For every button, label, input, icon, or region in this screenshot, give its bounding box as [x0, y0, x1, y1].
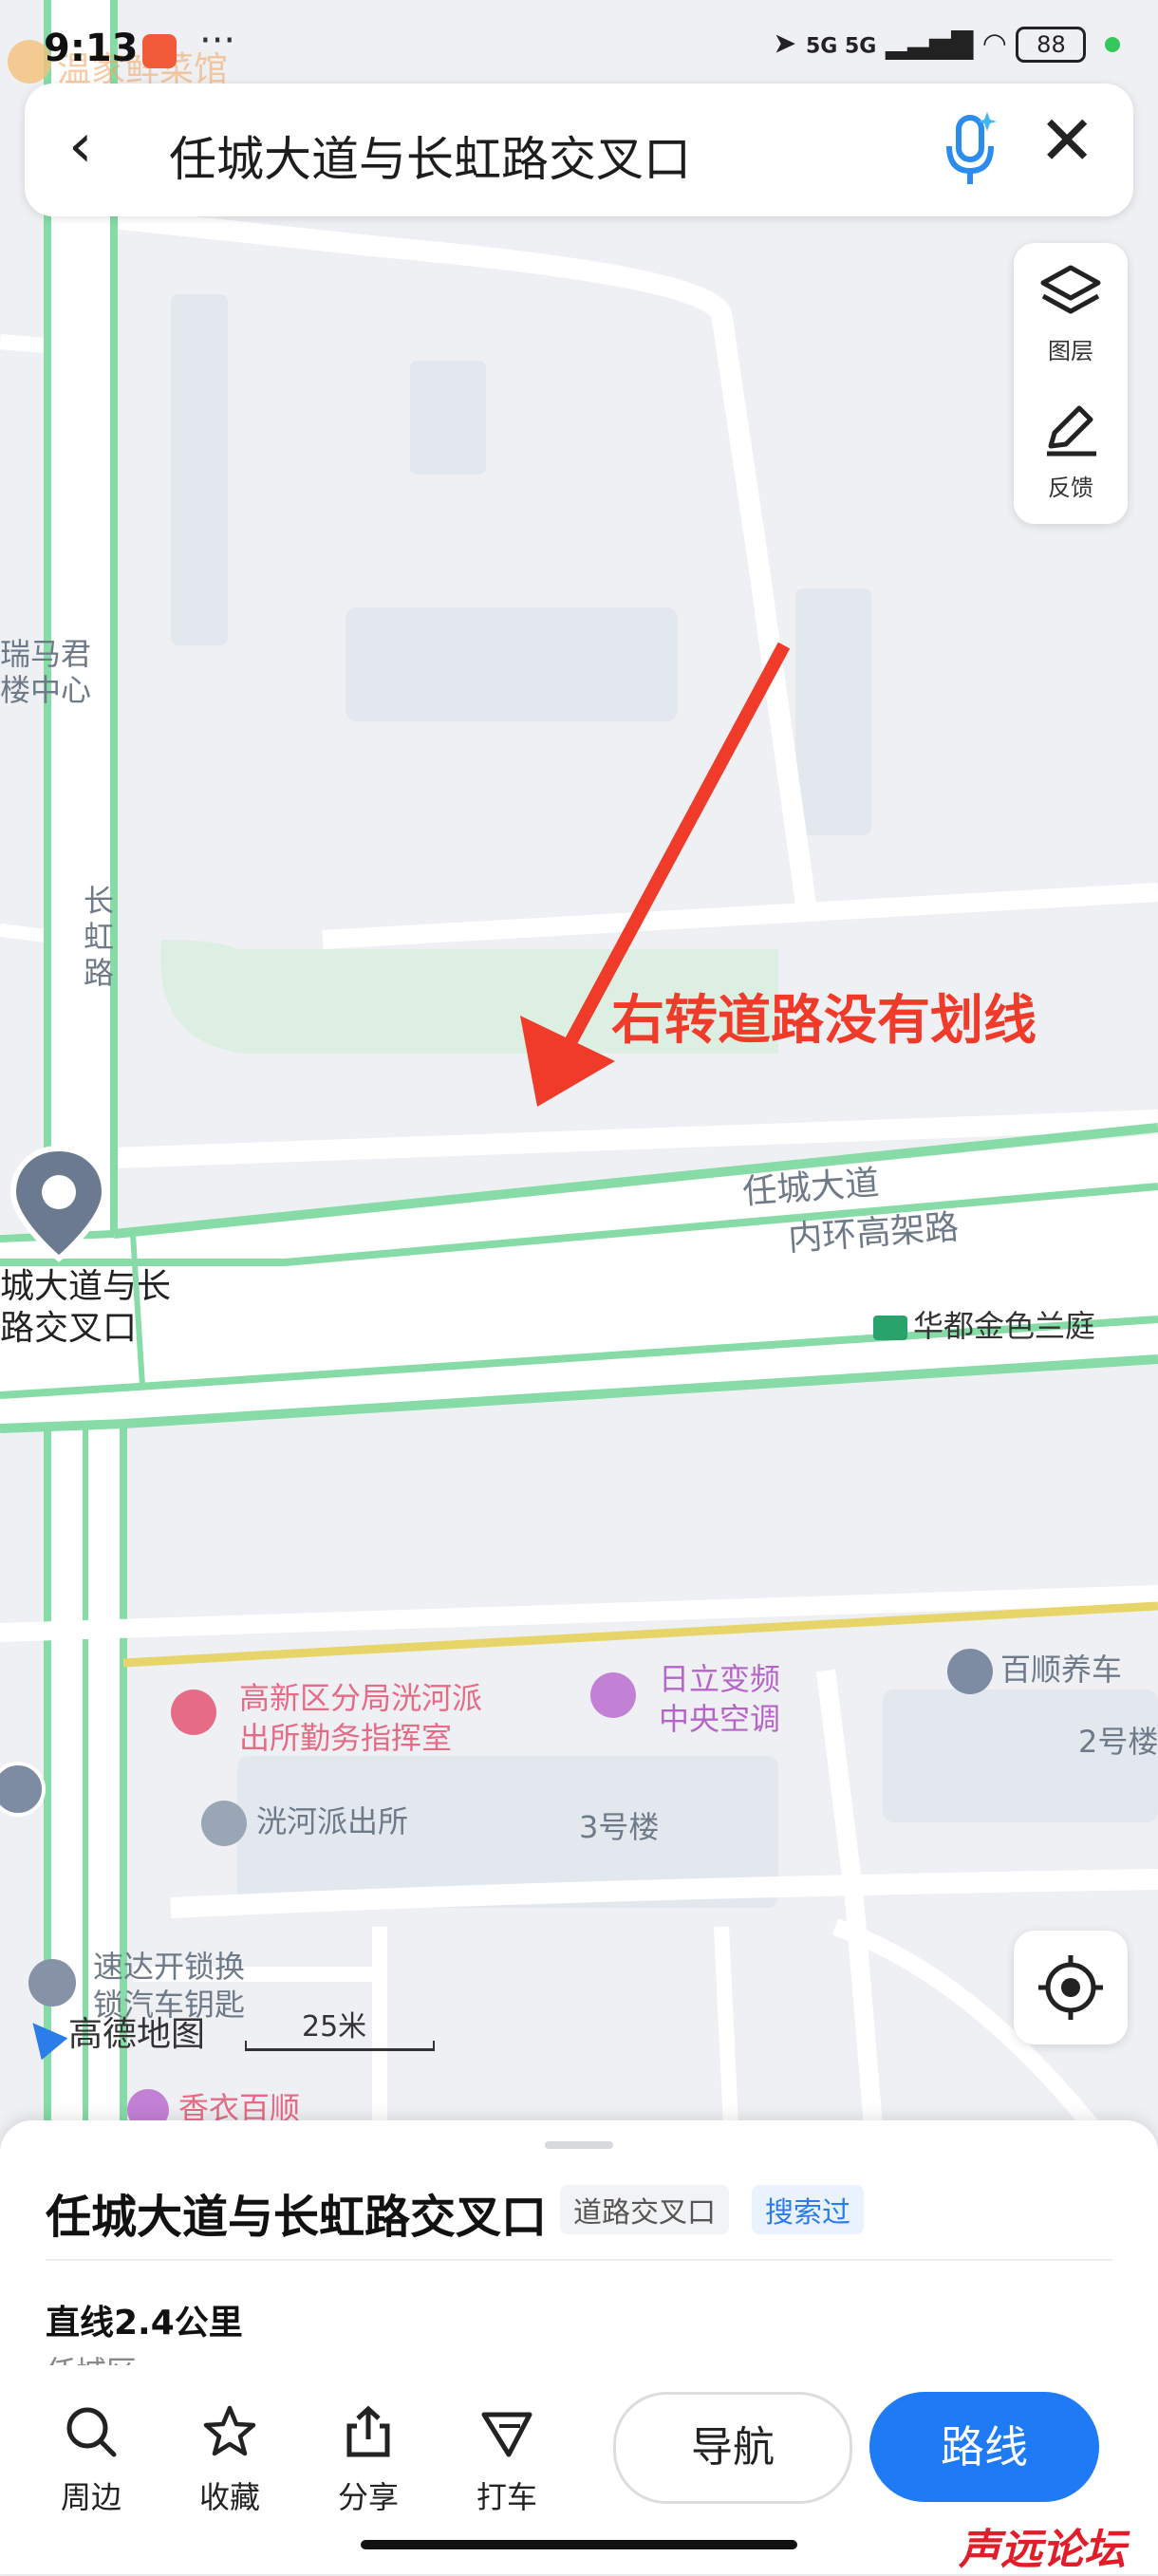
layers-icon — [1040, 265, 1101, 314]
status-bar: 温家鲜菜馆 9:13 ··· ➤ 5G 5G ▂▃▅▇ ◠ 88 — [0, 0, 1158, 89]
map-label-baishun[interactable]: 百顺养车 — [947, 1646, 1122, 1694]
logo-arrow-icon — [19, 2011, 68, 2061]
place-title: 任城大道与长虹路交叉口 — [46, 2191, 548, 2244]
police-station-icon — [201, 1801, 247, 1846]
nearby-label: 周边 — [60, 2479, 121, 2515]
locate-me-button[interactable] — [1014, 1931, 1128, 2044]
network-indicator: 5G 5G — [805, 34, 877, 59]
scale-line — [245, 2041, 435, 2051]
sheet-divider — [46, 2259, 1112, 2261]
more-notifications: ··· — [199, 19, 236, 63]
navigate-button[interactable]: 导航 — [613, 2392, 852, 2504]
police-hq-icon — [171, 1689, 216, 1735]
wifi-icon: ◠ — [981, 27, 1007, 61]
pencil-icon — [1047, 405, 1096, 457]
wrench-icon — [28, 1959, 76, 2007]
forum-watermark: 声远论坛 — [959, 2526, 1126, 2574]
taxi-flag-icon — [481, 2412, 532, 2457]
clock: 9:13 — [44, 27, 139, 70]
car-service-icon — [947, 1649, 993, 1694]
share-button[interactable]: 分享 — [311, 2403, 425, 2517]
pin-label: 城大道与长 路交叉口 — [0, 1266, 171, 1350]
nearby-button[interactable]: 周边 — [34, 2403, 148, 2517]
map-label-bldg2: 2号楼 — [1078, 1724, 1158, 1760]
map-label-louzhongxin: 楼中心 — [0, 672, 92, 708]
map-label-bldg3: 3号楼 — [579, 1809, 660, 1845]
place-type-tag: 道路交叉口 — [560, 2185, 729, 2234]
feedback-label: 反馈 — [1048, 475, 1093, 501]
privacy-dot — [1105, 37, 1120, 52]
map-label-hitachi[interactable]: 日立变频 中央空调 — [590, 1659, 780, 1739]
back-icon[interactable]: ‹ — [68, 116, 93, 177]
hitachi-line1: 日立变频 — [659, 1661, 781, 1697]
favorite-label: 收藏 — [198, 2479, 260, 2515]
feedback-button[interactable]: 反馈 — [1014, 399, 1128, 502]
route-button[interactable]: 路线 — [869, 2392, 1099, 2502]
map-label-rencheng: 任城大道 — [740, 1164, 881, 1212]
search-bar[interactable]: ‹ 任城大道与长虹路交叉口 ✕ — [25, 84, 1133, 216]
share-icon — [346, 2405, 390, 2457]
crosshair-icon — [1038, 1955, 1103, 2020]
layers-button[interactable]: 图层 — [1014, 262, 1128, 365]
logo-text: 高德地图 — [68, 2015, 206, 2054]
pin-label-line2: 路交叉口 — [0, 1309, 138, 1348]
map-label-changhong: 长虹路 — [84, 883, 115, 991]
pin-label-line1: 城大道与长 — [0, 1267, 172, 1306]
police-hq-line2: 出所勤务指挥室 — [239, 1720, 453, 1756]
map-label-huadu: 华都金色兰庭 — [873, 1302, 1095, 1346]
location-arrow-icon: ➤ — [773, 27, 797, 61]
favorite-button[interactable]: 收藏 — [173, 2403, 287, 2517]
huadu-label-text: 华都金色兰庭 — [913, 1308, 1096, 1344]
scale-text: 25米 — [302, 2010, 367, 2044]
map-tools-panel: 图层 反馈 — [1014, 243, 1128, 524]
search-icon — [66, 2407, 117, 2457]
police-hq-line1: 高新区分局洸河派 — [239, 1680, 483, 1716]
searched-tag: 搜索过 — [752, 2185, 864, 2234]
map-label-police-hq[interactable]: 高新区分局洸河派 出所勤务指挥室 — [171, 1678, 482, 1758]
scale-bar: 25米 — [245, 2003, 435, 2051]
status-right: ➤ 5G 5G ▂▃▅▇ ◠ 88 — [773, 27, 1120, 63]
locksmith-line1: 速达开锁换 — [93, 1949, 246, 1985]
taxi-button[interactable]: 打车 — [450, 2403, 564, 2517]
baishun-text: 百顺养车 — [1000, 1652, 1123, 1688]
police-station-text: 洸河派出所 — [256, 1803, 409, 1839]
star-icon — [203, 2405, 256, 2456]
signal-icon: ▂▃▅▇ — [885, 27, 974, 61]
distance-text: 直线2.4公里 — [46, 2304, 243, 2343]
taxi-label: 打车 — [476, 2479, 537, 2515]
battery-icon: 88 — [1016, 27, 1087, 63]
map-label-police-station[interactable]: 洸河派出所 — [201, 1798, 408, 1846]
sheet-grabber[interactable] — [545, 2141, 613, 2149]
share-label: 分享 — [337, 2479, 399, 2515]
location-pin-icon[interactable] — [9, 1145, 108, 1262]
notification-app-icon — [142, 34, 177, 68]
bus-stop-icon — [873, 1316, 907, 1340]
microphone-icon[interactable] — [943, 112, 997, 188]
hitachi-line2: 中央空调 — [659, 1701, 781, 1737]
close-icon[interactable]: ✕ — [1038, 106, 1095, 175]
home-indicator[interactable] — [361, 2540, 797, 2549]
search-query[interactable]: 任城大道与长虹路交叉口 — [169, 121, 691, 190]
place-detail-sheet[interactable]: 任城大道与长虹路交叉口 道路交叉口 搜索过 直线2.4公里 任城区 周边 收藏 … — [0, 2120, 1158, 2574]
amap-logo: 高德地图 — [19, 2007, 206, 2061]
hitachi-icon — [590, 1672, 636, 1718]
layers-label: 图层 — [1048, 338, 1093, 364]
annotation-text: 右转道路没有划线 — [611, 990, 1037, 1052]
